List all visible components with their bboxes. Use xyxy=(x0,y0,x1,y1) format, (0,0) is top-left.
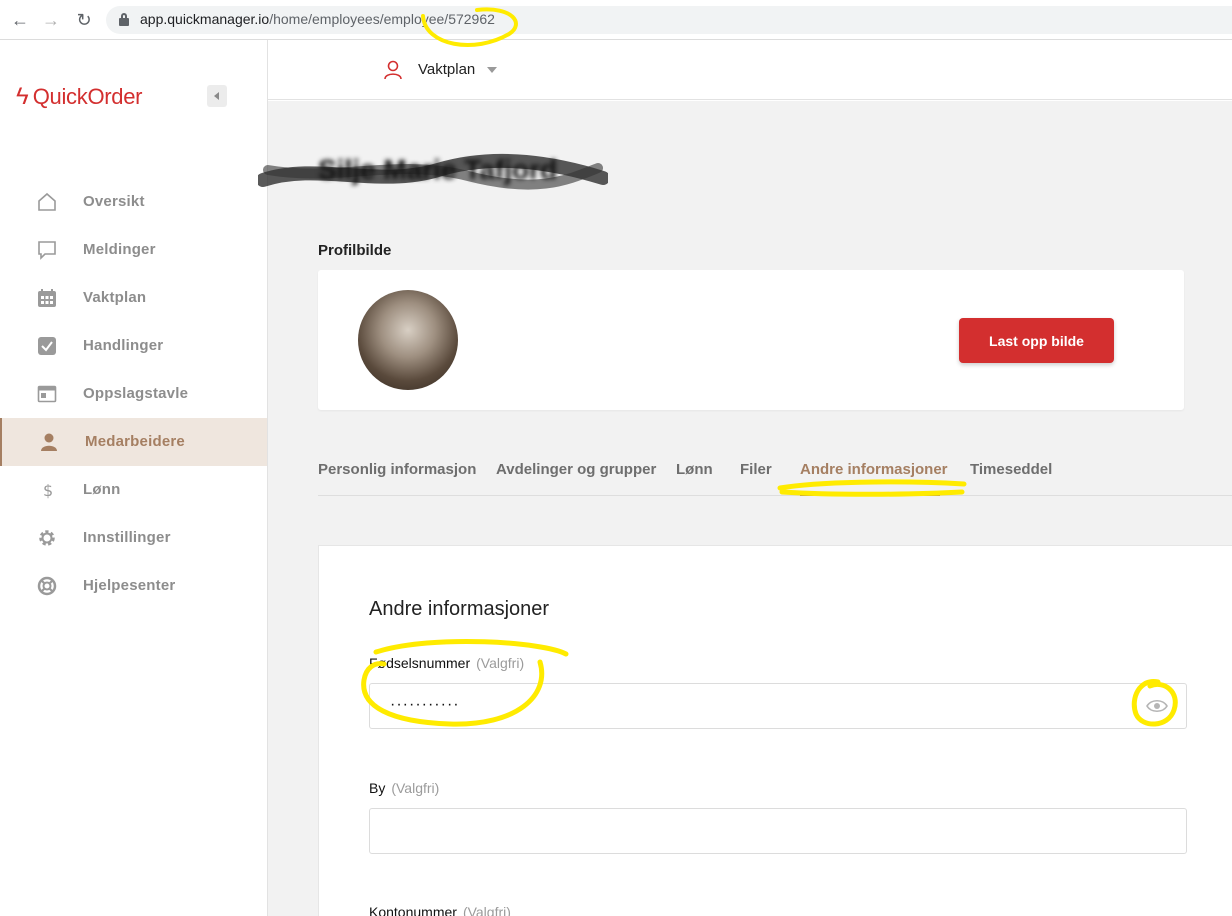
profile-section-title: Profilbilde xyxy=(318,242,392,259)
optional-tag: (Valgfri) xyxy=(391,780,440,796)
vaktplan-dropdown[interactable]: Vaktplan xyxy=(418,61,475,78)
sidebar-item-label: Medarbeidere xyxy=(85,433,185,450)
sidebar-item-label: Oppslagstavle xyxy=(83,385,189,402)
url-path: /home/employees/employee/572962 xyxy=(269,11,495,27)
reload-icon[interactable]: ↻ xyxy=(74,10,94,30)
sidebar-item-oversikt[interactable]: Oversikt xyxy=(0,178,267,226)
calendar-icon xyxy=(38,289,56,307)
tab-filer[interactable]: Filer xyxy=(740,461,772,478)
tab-andre-informasjoner[interactable]: Andre informasjoner xyxy=(800,461,948,478)
employee-name: Silje Marie Tafjord xyxy=(318,154,558,185)
user-icon[interactable] xyxy=(384,60,402,80)
sidebar-item-label: Innstillinger xyxy=(83,529,171,546)
sidebar-item-label: Vaktplan xyxy=(83,289,147,306)
upload-photo-button[interactable]: Last opp bilde xyxy=(959,318,1114,363)
lock-icon xyxy=(119,13,129,26)
sidebar-item-handlinger[interactable]: Handlinger xyxy=(0,322,267,370)
sidebar-item-oppslagstavle[interactable]: Oppslagstavle xyxy=(0,370,267,418)
gear-icon xyxy=(39,530,55,546)
sidebar-item-meldinger[interactable]: Meldinger xyxy=(0,226,267,274)
fodselsnummer-field[interactable]: ··········· xyxy=(369,683,1187,729)
bolt-icon: ϟ xyxy=(16,83,29,110)
address-bar[interactable]: app.quickmanager.io/home/employees/emplo… xyxy=(106,6,1232,34)
field-label-text: By xyxy=(369,780,386,796)
field-label-fodselsnummer: Fødselsnummer (Valgfri) xyxy=(369,655,524,671)
chevron-down-icon[interactable] xyxy=(487,67,497,73)
sidebar-item-label: Oversikt xyxy=(83,193,145,210)
logo-text: QuickOrder xyxy=(32,84,143,109)
optional-tag: (Valgfri) xyxy=(462,904,511,916)
form-heading: Andre informasjoner xyxy=(369,598,550,620)
home-icon xyxy=(38,192,56,211)
tab-lonn[interactable]: Lønn xyxy=(676,461,713,478)
svg-text:$: $ xyxy=(43,481,53,500)
app-logo[interactable]: ϟ QuickOrder xyxy=(16,82,142,112)
by-field[interactable] xyxy=(369,808,1187,854)
url-text: app.quickmanager.io/home/employees/emplo… xyxy=(140,11,495,27)
sidebar-item-label: Lønn xyxy=(83,481,121,498)
sidebar-item-vaktplan[interactable]: Vaktplan xyxy=(0,274,267,322)
sidebar-item-label: Hjelpesenter xyxy=(83,577,176,594)
field-label-kontonummer: Kontonummer (Valgfri) xyxy=(369,904,511,916)
back-arrow-icon[interactable]: ← xyxy=(10,10,30,30)
field-label-text: Fødselsnummer xyxy=(369,655,471,671)
eye-icon[interactable] xyxy=(1146,698,1168,714)
optional-tag: (Valgfri) xyxy=(476,655,525,671)
sidebar-item-innstillinger[interactable]: Innstillinger xyxy=(0,514,267,562)
avatar xyxy=(358,290,458,390)
person-icon xyxy=(41,433,57,451)
sidebar: ϟ QuickOrder Oversikt Meldinger Vaktplan… xyxy=(0,40,268,916)
board-icon xyxy=(37,385,57,403)
collapse-sidebar-button[interactable] xyxy=(207,85,227,107)
field-label-text: Kontonummer xyxy=(369,904,457,916)
lifebuoy-icon xyxy=(37,576,57,596)
sidebar-item-lonn[interactable]: $ Lønn xyxy=(0,466,267,514)
sidebar-item-label: Meldinger xyxy=(83,241,156,258)
chat-icon xyxy=(38,241,56,260)
fodselsnummer-value: ··········· xyxy=(390,696,460,713)
tab-timeseddel[interactable]: Timeseddel xyxy=(970,461,1052,478)
active-tab-indicator xyxy=(800,493,940,496)
tab-bar: Personlig informasjon Avdelinger og grup… xyxy=(318,450,1232,496)
sidebar-item-medarbeidere[interactable]: Medarbeidere xyxy=(0,418,267,466)
sidebar-menu: Oversikt Meldinger Vaktplan Handlinger O… xyxy=(0,178,267,610)
top-header: Vaktplan xyxy=(268,40,1232,100)
profile-card: Last opp bilde xyxy=(318,270,1184,410)
dollar-icon: $ xyxy=(43,481,53,500)
url-host: app.quickmanager.io xyxy=(140,11,270,27)
sidebar-item-label: Handlinger xyxy=(83,337,164,354)
tab-avdelinger-og-grupper[interactable]: Avdelinger og grupper xyxy=(496,461,656,478)
sidebar-item-hjelpesenter[interactable]: Hjelpesenter xyxy=(0,562,267,610)
checkbox-icon xyxy=(38,337,56,355)
form-card: Andre informasjoner Fødselsnummer (Valgfr… xyxy=(318,545,1232,916)
field-label-by: By (Valgfri) xyxy=(369,780,439,796)
tab-personlig-informasjon[interactable]: Personlig informasjon xyxy=(318,461,476,478)
forward-arrow-icon[interactable]: → xyxy=(41,10,61,30)
browser-toolbar: ← → ↻ app.quickmanager.io/home/employees… xyxy=(0,0,1232,40)
